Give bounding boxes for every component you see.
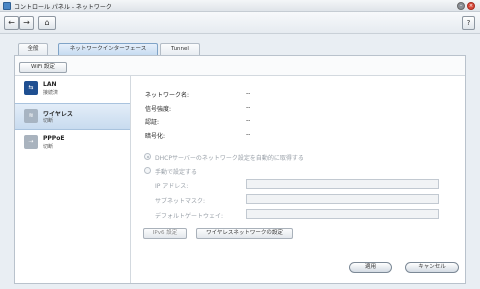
- interface-list: ⇆ LAN 接続済 ≋ ワイヤレス 切断 ⇢ PPPoE 切断: [15, 76, 131, 283]
- network-name-value: --: [246, 90, 251, 97]
- toolbar: ← → ⌂ ?: [0, 12, 480, 34]
- sidebar-item-lan[interactable]: ⇆ LAN 接続済: [15, 76, 130, 103]
- dhcp-radio-row[interactable]: DHCPサーバーのネットワーク設定を自動的に取得する: [143, 152, 443, 162]
- minimize-icon[interactable]: –: [457, 2, 465, 10]
- wireless-network-settings-button[interactable]: ワイヤレスネットワークの設定: [196, 228, 293, 239]
- tab-general[interactable]: 全般: [18, 43, 48, 55]
- manual-radio-label: 手動で設定する: [155, 169, 198, 176]
- tab-network-interface[interactable]: ネットワークインターフェース: [58, 43, 158, 55]
- network-name-label: ネットワーク名:: [145, 92, 190, 99]
- window-titlebar: コントロール パネル - ネットワーク – ×: [0, 0, 480, 12]
- main-panel: WiFi 設定 ⇆ LAN 接続済 ≋ ワイヤレス 切断 ⇢ PPPoE 切断 …: [14, 55, 466, 284]
- tab-tunnel[interactable]: Tunnel: [160, 43, 200, 55]
- home-icon[interactable]: ⌂: [38, 16, 56, 30]
- control-panel-icon: [3, 2, 11, 10]
- window-title: コントロール パネル - ネットワーク: [14, 4, 112, 11]
- subnet-mask-field[interactable]: [246, 194, 439, 204]
- default-gateway-label: デフォルトゲートウェイ:: [155, 213, 224, 220]
- help-icon[interactable]: ?: [462, 16, 475, 30]
- authentication-label: 認証:: [145, 119, 160, 126]
- default-gateway-field[interactable]: [246, 209, 439, 219]
- encryption-value: --: [246, 131, 251, 138]
- signal-strength-label: 信号強度:: [145, 106, 172, 113]
- lan-icon: ⇆: [24, 81, 38, 95]
- sidebar-item-status: 接続済: [43, 90, 59, 96]
- sidebar-item-label: PPPoE: [43, 135, 65, 142]
- pppoe-icon: ⇢: [24, 135, 38, 149]
- forward-arrow-icon[interactable]: →: [19, 16, 34, 30]
- apply-button[interactable]: 適用: [349, 262, 392, 273]
- authentication-value: --: [246, 117, 251, 124]
- cancel-button[interactable]: キャンセル: [405, 262, 459, 273]
- wireless-details: ネットワーク名: -- 信号強度: -- 認証: -- 暗号化: -- DHCP…: [143, 76, 463, 283]
- manual-radio-row[interactable]: 手動で設定する: [143, 166, 263, 176]
- sidebar-item-wireless[interactable]: ≋ ワイヤレス 切断: [15, 103, 130, 130]
- sidebar-item-label: LAN: [43, 81, 57, 88]
- manual-radio[interactable]: [144, 167, 151, 174]
- signal-strength-value: --: [246, 104, 251, 111]
- panel-toolbar: WiFi 設定: [15, 56, 465, 76]
- dhcp-radio[interactable]: [144, 153, 151, 160]
- sidebar-item-status: 切断: [43, 144, 54, 150]
- ip-address-label: IP アドレス:: [155, 183, 189, 190]
- dhcp-radio-label: DHCPサーバーのネットワーク設定を自動的に取得する: [155, 155, 304, 162]
- ip-address-field[interactable]: [246, 179, 439, 189]
- subnet-mask-label: サブネットマスク:: [155, 198, 206, 205]
- back-arrow-icon[interactable]: ←: [4, 16, 19, 30]
- wifi-settings-button[interactable]: WiFi 設定: [19, 62, 67, 73]
- sidebar-item-status: 切断: [43, 118, 54, 124]
- encryption-label: 暗号化:: [145, 133, 166, 140]
- close-icon[interactable]: ×: [467, 2, 475, 10]
- wifi-icon: ≋: [24, 109, 38, 123]
- ipv6-settings-button[interactable]: IPv6 設定: [143, 228, 187, 239]
- sidebar-item-pppoe[interactable]: ⇢ PPPoE 切断: [15, 130, 130, 157]
